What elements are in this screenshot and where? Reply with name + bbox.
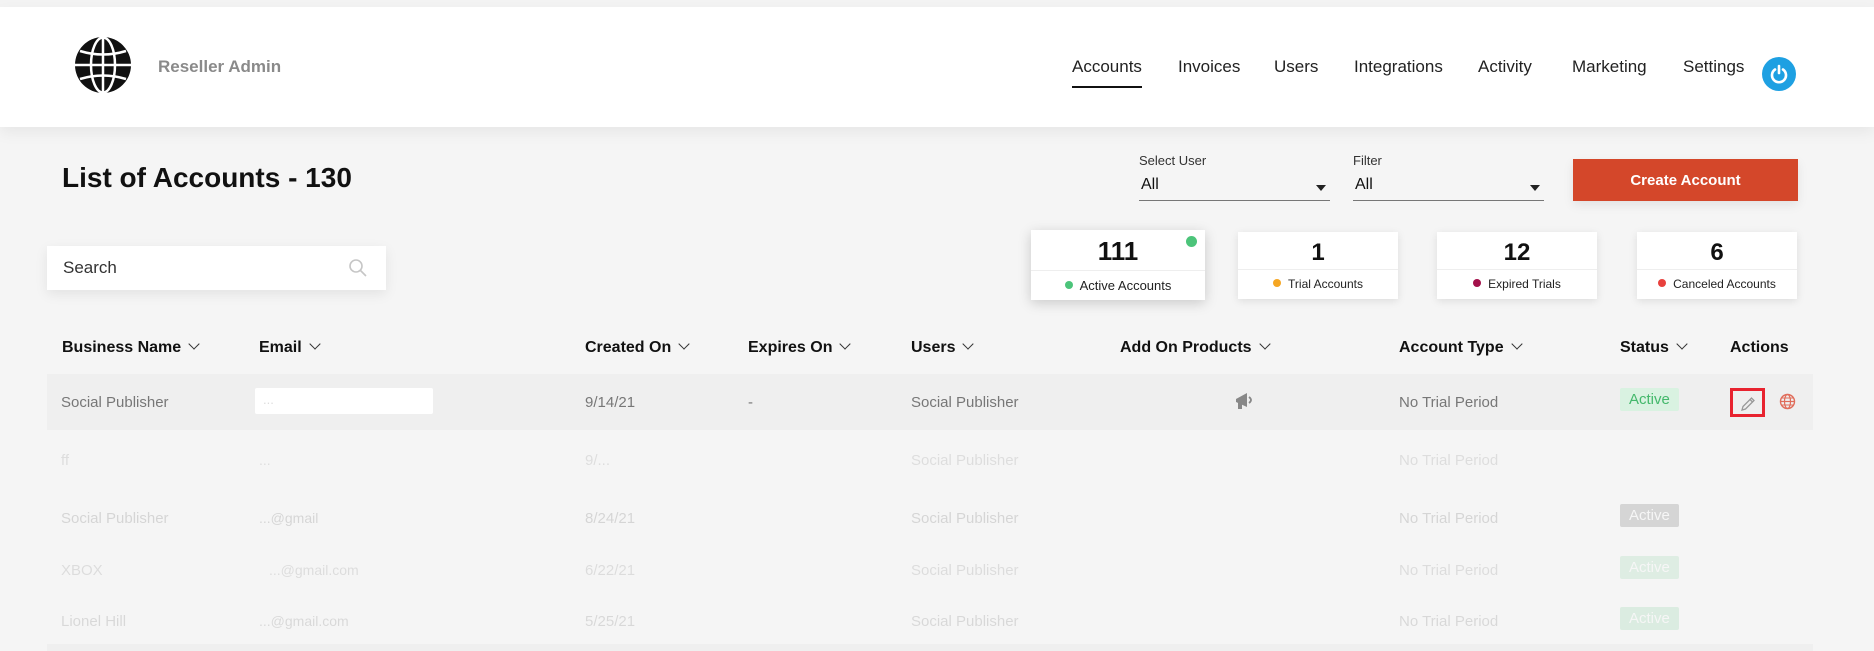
stat-trial-accounts[interactable]: 1 Trial Accounts [1238,232,1398,299]
edit-account-button[interactable] [1730,388,1765,417]
chevron-down-icon [839,338,852,350]
users-value: Social Publisher [911,562,1019,579]
stat-label: Expired Trials [1488,277,1561,291]
filter-label: Filter [1353,153,1382,168]
chevron-down-icon [1530,185,1540,191]
status-badge: Active [1620,556,1679,579]
account-type: No Trial Period [1399,613,1499,630]
expires-on: - [748,394,753,411]
nav-activity[interactable]: Activity [1478,57,1532,77]
status-badge: Active [1620,388,1679,411]
created-on: 8/24/21 [585,510,636,527]
business-name: Social Publisher [61,510,169,527]
created-on: 9/... [585,452,611,469]
stat-value: 111 [1097,236,1139,266]
globe-icon[interactable] [1779,393,1796,415]
stat-value: 6 [1710,239,1724,266]
stat-label: Trial Accounts [1288,277,1363,291]
page-title: List of Accounts - 130 [62,162,352,193]
column-header-email[interactable]: Email [259,338,321,357]
stat-label: Active Accounts [1079,278,1172,293]
column-header-status[interactable]: Status [1620,338,1688,357]
select-user-value: All [1141,176,1159,193]
column-header-add-on-products[interactable]: Add On Products [1120,338,1271,357]
filter-dropdown[interactable]: All [1353,174,1544,201]
stat-label: Canceled Accounts [1673,277,1776,291]
power-icon[interactable] [1762,57,1796,91]
brand-name: Reseller Admin [158,57,282,76]
stat-active-accounts[interactable]: 111 Active Accounts [1031,230,1205,300]
created-on: 6/22/21 [585,562,636,579]
create-account-button[interactable]: Create Account [1573,159,1798,201]
chevron-down-icon [962,338,975,350]
top-header: Reseller Admin Accounts Invoices Users I… [0,7,1874,127]
users-value: Social Publisher [911,394,1019,411]
email-field: ...@gmail.com [269,562,359,578]
stat-canceled-accounts[interactable]: 6 Canceled Accounts [1637,232,1797,299]
chevron-down-icon [188,338,200,350]
chevron-down-icon [309,338,321,350]
nav-invoices[interactable]: Invoices [1178,57,1240,77]
nav-settings[interactable]: Settings [1683,57,1744,77]
table-row[interactable]: Lionel Hill ...@gmail.com 5/25/21 Social… [47,593,1813,649]
nav-marketing[interactable]: Marketing [1572,57,1647,77]
stat-expired-trials[interactable]: 12 Expired Trials [1437,232,1597,299]
table-footer-divider [47,644,1813,651]
stat-value: 1 [1311,239,1325,266]
email-field: ... [259,452,271,468]
select-user-label: Select User [1139,153,1207,168]
column-header-users[interactable]: Users [911,338,975,357]
business-name: Lionel Hill [61,613,127,630]
business-name: XBOX [61,562,103,579]
status-badge: Active [1620,504,1679,527]
table-row[interactable]: ff ... 9/... Social Publisher No Trial P… [47,432,1813,488]
stat-value: 12 [1503,239,1531,266]
select-user-dropdown[interactable]: All [1139,174,1330,201]
nav-accounts[interactable]: Accounts [1072,57,1142,88]
chevron-down-icon [1676,338,1688,350]
status-dot-icon [1064,281,1073,289]
table-row[interactable]: Social Publisher ... 9/14/21 - Social Pu… [47,374,1813,430]
table-row[interactable]: XBOX ...@gmail.com 6/22/21 Social Publis… [47,542,1813,598]
chevron-down-icon [1316,185,1326,191]
globe-logo-icon[interactable] [74,36,132,94]
account-type: No Trial Period [1399,452,1499,469]
account-type: No Trial Period [1399,562,1499,579]
created-on: 9/14/21 [585,394,636,411]
megaphone-icon [1234,391,1256,416]
status-badge: Active [1620,607,1679,630]
account-type: No Trial Period [1399,510,1499,527]
column-header-created-on[interactable]: Created On [585,338,690,357]
users-value: Social Publisher [911,613,1019,630]
email-field: ...@gmail [259,510,319,526]
email-field: ...@gmail.com [259,613,349,629]
status-dot-icon [1473,279,1482,287]
status-dot-icon [1273,279,1282,287]
pencil-icon [1741,397,1755,411]
search-box [47,246,386,290]
search-icon[interactable] [348,258,368,278]
users-value: Social Publisher [911,510,1019,527]
top-band [0,0,1874,7]
column-header-expires-on[interactable]: Expires On [748,338,852,357]
created-on: 5/25/21 [585,613,636,630]
nav-users[interactable]: Users [1274,57,1318,77]
chevron-down-icon [678,338,690,350]
table-row[interactable]: Social Publisher ...@gmail 8/24/21 Socia… [47,490,1813,546]
chevron-down-icon [1258,338,1271,350]
column-header-business-name[interactable]: Business Name [62,338,200,357]
business-name: Social Publisher [61,394,169,411]
filter-value: All [1355,176,1373,193]
chevron-down-icon [1510,338,1523,350]
column-header-actions: Actions [1730,339,1789,356]
search-input[interactable] [61,257,325,279]
nav-integrations[interactable]: Integrations [1354,57,1443,77]
email-field: ... [255,388,433,414]
users-value: Social Publisher [911,452,1019,469]
account-type: No Trial Period [1399,394,1499,411]
business-name: ff [61,452,70,469]
column-header-account-type[interactable]: Account Type [1399,338,1523,357]
status-dot-icon [1658,279,1667,287]
